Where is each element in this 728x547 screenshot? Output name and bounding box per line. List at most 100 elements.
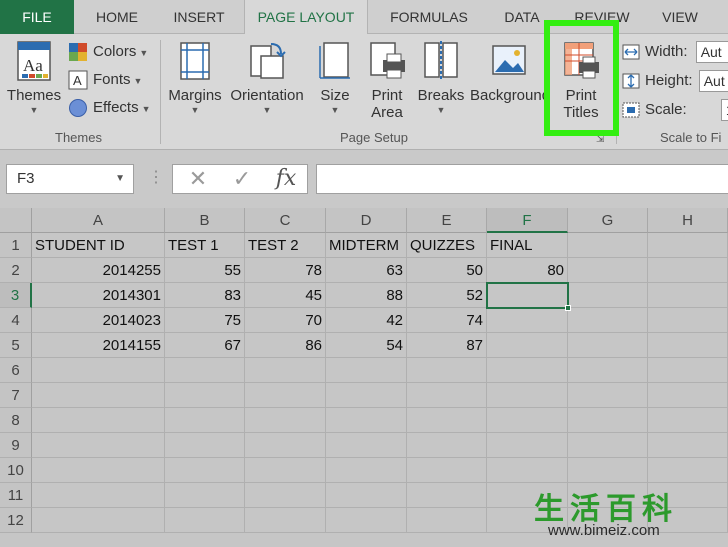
cell-h10[interactable] <box>648 458 728 483</box>
name-box[interactable]: F3 ▼ <box>6 164 134 194</box>
tab-formulas[interactable]: FORMULAS <box>378 0 480 34</box>
cell-f7[interactable] <box>487 383 568 408</box>
cell-a5[interactable]: 2014155 <box>32 333 165 358</box>
column-header-c[interactable]: C <box>245 208 326 233</box>
row-header-4[interactable]: 4 <box>0 308 32 333</box>
cell-d4[interactable]: 42 <box>326 308 407 333</box>
cell-a1[interactable]: STUDENT ID <box>32 233 165 258</box>
cell-d2[interactable]: 63 <box>326 258 407 283</box>
cell-e4[interactable]: 74 <box>407 308 487 333</box>
tab-insert[interactable]: INSERT <box>164 0 234 34</box>
cell-e12[interactable] <box>407 508 487 533</box>
cell-b9[interactable] <box>165 433 245 458</box>
print-area-button[interactable]: Print Area <box>362 40 412 121</box>
cell-g5[interactable] <box>568 333 648 358</box>
column-header-g[interactable]: G <box>568 208 648 233</box>
enter-icon[interactable]: ✓ <box>225 165 259 193</box>
cell-e10[interactable] <box>407 458 487 483</box>
cell-a7[interactable] <box>32 383 165 408</box>
row-header-10[interactable]: 10 <box>0 458 32 483</box>
cell-f2[interactable]: 80 <box>487 258 568 283</box>
cell-f8[interactable] <box>487 408 568 433</box>
row-header-1[interactable]: 1 <box>0 233 32 258</box>
cell-h3[interactable] <box>648 283 728 308</box>
cell-f9[interactable] <box>487 433 568 458</box>
cell-h7[interactable] <box>648 383 728 408</box>
margins-button[interactable]: Margins ▼ <box>166 40 224 115</box>
cell-d11[interactable] <box>326 483 407 508</box>
column-header-h[interactable]: H <box>648 208 728 233</box>
cell-d1[interactable]: MIDTERM <box>326 233 407 258</box>
cell-h4[interactable] <box>648 308 728 333</box>
cell-c7[interactable] <box>245 383 326 408</box>
formula-input[interactable] <box>316 164 728 194</box>
row-header-7[interactable]: 7 <box>0 383 32 408</box>
cell-h9[interactable] <box>648 433 728 458</box>
cell-b8[interactable] <box>165 408 245 433</box>
column-header-b[interactable]: B <box>165 208 245 233</box>
cell-e1[interactable]: QUIZZES <box>407 233 487 258</box>
tab-home[interactable]: HOME <box>84 0 150 34</box>
cell-b12[interactable] <box>165 508 245 533</box>
active-cell-f3[interactable] <box>486 282 569 309</box>
cell-c11[interactable] <box>245 483 326 508</box>
cell-d8[interactable] <box>326 408 407 433</box>
cell-b3[interactable]: 83 <box>165 283 245 308</box>
cell-h1[interactable] <box>648 233 728 258</box>
cell-d3[interactable]: 88 <box>326 283 407 308</box>
cell-b1[interactable]: TEST 1 <box>165 233 245 258</box>
cell-c12[interactable] <box>245 508 326 533</box>
cell-c10[interactable] <box>245 458 326 483</box>
cell-f4[interactable] <box>487 308 568 333</box>
row-header-8[interactable]: 8 <box>0 408 32 433</box>
cell-c4[interactable]: 70 <box>245 308 326 333</box>
tab-view[interactable]: VIEW <box>652 0 708 34</box>
cell-c3[interactable]: 45 <box>245 283 326 308</box>
cell-a8[interactable] <box>32 408 165 433</box>
cell-f1[interactable]: FINAL <box>487 233 568 258</box>
column-header-a[interactable]: A <box>32 208 165 233</box>
height-select[interactable]: Aut <box>698 70 728 93</box>
cell-c6[interactable] <box>245 358 326 383</box>
effects-button[interactable]: Effects ▼ <box>68 96 151 120</box>
cell-g2[interactable] <box>568 258 648 283</box>
cell-e7[interactable] <box>407 383 487 408</box>
cancel-icon[interactable]: ✕ <box>181 165 215 193</box>
select-all-corner[interactable] <box>0 208 32 233</box>
cell-g3[interactable] <box>568 283 648 308</box>
cell-g6[interactable] <box>568 358 648 383</box>
cell-e3[interactable]: 52 <box>407 283 487 308</box>
row-header-5[interactable]: 5 <box>0 333 32 358</box>
cell-e9[interactable] <box>407 433 487 458</box>
cell-e8[interactable] <box>407 408 487 433</box>
size-button[interactable]: Size ▼ <box>314 40 356 115</box>
row-header-3[interactable]: 3 <box>0 283 32 308</box>
cell-f5[interactable] <box>487 333 568 358</box>
width-select[interactable]: Aut <box>695 41 728 64</box>
row-header-2[interactable]: 2 <box>0 258 32 283</box>
cell-e6[interactable] <box>407 358 487 383</box>
cell-d12[interactable] <box>326 508 407 533</box>
cell-d10[interactable] <box>326 458 407 483</box>
themes-button[interactable]: Aa Themes ▼ <box>6 40 62 115</box>
cell-a10[interactable] <box>32 458 165 483</box>
cell-h6[interactable] <box>648 358 728 383</box>
cell-a9[interactable] <box>32 433 165 458</box>
cell-d9[interactable] <box>326 433 407 458</box>
cell-f10[interactable] <box>487 458 568 483</box>
cell-c2[interactable]: 78 <box>245 258 326 283</box>
cell-h2[interactable] <box>648 258 728 283</box>
cell-c5[interactable]: 86 <box>245 333 326 358</box>
cell-c8[interactable] <box>245 408 326 433</box>
cell-a3[interactable]: 2014301 <box>32 283 165 308</box>
scale-input[interactable]: 1 <box>720 99 728 122</box>
cell-g1[interactable] <box>568 233 648 258</box>
fonts-button[interactable]: A Fonts ▼ <box>68 68 142 92</box>
cell-a2[interactable]: 2014255 <box>32 258 165 283</box>
chevron-down-icon[interactable]: ▼ <box>115 165 125 193</box>
cell-a12[interactable] <box>32 508 165 533</box>
cell-e11[interactable] <box>407 483 487 508</box>
fill-handle[interactable] <box>565 305 571 311</box>
cell-b10[interactable] <box>165 458 245 483</box>
colors-button[interactable]: Colors ▼ <box>68 40 148 64</box>
